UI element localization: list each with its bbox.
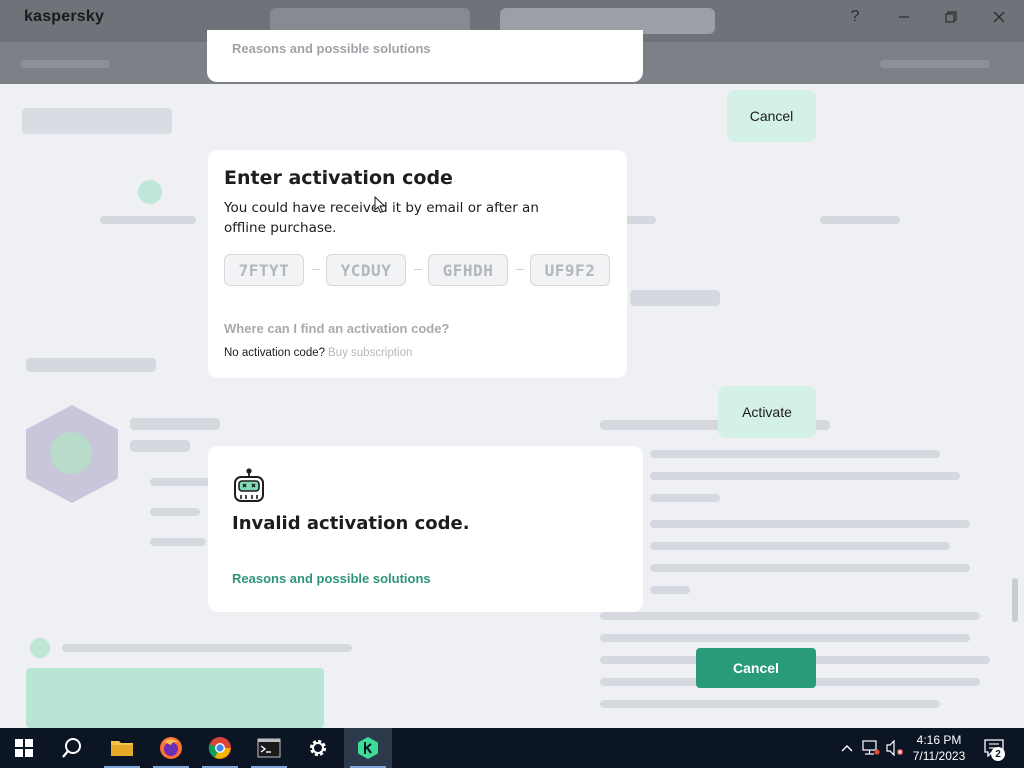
code-field-3[interactable]: GFHDH <box>428 254 508 286</box>
blurred-text <box>130 418 220 430</box>
blurred-text <box>650 520 970 528</box>
close-icon <box>993 11 1005 23</box>
chevron-up-icon <box>841 745 853 752</box>
taskbar-settings[interactable] <box>294 728 342 768</box>
blurred-text <box>650 450 940 458</box>
scrollbar-thumb[interactable] <box>1012 578 1018 622</box>
blurred-text <box>600 612 980 620</box>
blurred-text <box>100 216 196 224</box>
mouse-cursor-icon <box>374 196 386 214</box>
blurred-text <box>650 472 960 480</box>
search-button[interactable] <box>48 728 96 768</box>
browser-nav <box>20 60 110 68</box>
blurred-text <box>650 542 950 550</box>
code-separator <box>312 269 320 270</box>
activation-code-dialog: Enter activation code You could have rec… <box>208 150 627 378</box>
blurred-text <box>820 216 900 224</box>
network-status[interactable] <box>860 728 882 768</box>
taskbar-terminal[interactable] <box>245 728 293 768</box>
find-code-link[interactable]: Where can I find an activation code? <box>224 321 449 336</box>
code-separator <box>414 269 422 270</box>
windows-logo-icon <box>15 739 33 757</box>
code-field-2[interactable]: YCDUY <box>326 254 406 286</box>
help-icon: ? <box>850 8 860 25</box>
start-button[interactable] <box>0 728 48 768</box>
window-titlebar: kaspersky ? <box>0 0 1024 32</box>
dialog-title: Enter activation code <box>224 167 453 189</box>
close-window-button[interactable] <box>976 4 1022 30</box>
taskbar-firefox[interactable] <box>147 728 195 768</box>
activate-button[interactable]: Activate <box>718 386 816 438</box>
no-code-label: No activation code? <box>224 347 326 359</box>
reasons-link-faded[interactable]: Reasons and possible solutions <box>232 41 431 56</box>
kaspersky-icon <box>358 737 378 759</box>
taskbar-chrome[interactable] <box>196 728 244 768</box>
invalid-code-dialog: Invalid activation code. Reasons and pos… <box>208 446 643 612</box>
taskbar-file-explorer[interactable] <box>98 728 146 768</box>
previous-error-card: Reasons and possible solutions <box>207 30 643 82</box>
gear-icon <box>309 739 327 757</box>
blurred-heading <box>630 290 720 306</box>
blurred-text <box>600 700 940 708</box>
blurred-button <box>26 668 324 728</box>
network-icon <box>862 740 880 755</box>
buy-subscription-link[interactable]: Buy subscription <box>328 347 412 359</box>
blurred-text <box>150 478 210 486</box>
dialog-description: You could have received it by email or a… <box>224 200 539 236</box>
blurred-text <box>650 494 720 502</box>
search-icon <box>62 738 81 758</box>
help-button[interactable]: ? <box>832 4 878 30</box>
chrome-icon <box>208 737 231 759</box>
code-field-1[interactable]: 7FTYT <box>224 254 304 286</box>
code-separator <box>516 269 524 270</box>
blurred-checkbox <box>30 638 50 658</box>
folder-icon <box>111 741 133 756</box>
browser-toolbar <box>880 60 990 68</box>
taskbar-kaspersky[interactable] <box>344 728 392 768</box>
firefox-icon <box>160 737 182 759</box>
blurred-logo <box>22 108 172 134</box>
cancel-button[interactable]: Cancel <box>696 648 816 688</box>
blurred-text <box>600 634 970 642</box>
restore-icon <box>945 11 957 23</box>
terminal-icon <box>257 738 281 758</box>
clock-date: 7/11/2023 <box>912 749 966 763</box>
show-hidden-icons-button[interactable] <box>836 728 858 768</box>
code-field-4[interactable]: UF9F2 <box>530 254 610 286</box>
activation-code-input: 7FTYT YCDUY GFHDH UF9F2 <box>224 254 610 286</box>
windows-taskbar: 4:16 PM 7/11/2023 <box>0 728 1024 768</box>
blurred-text <box>62 644 352 652</box>
blurred-text <box>150 508 200 516</box>
notification-count-badge: 2 <box>991 747 1005 761</box>
clock-time: 4:16 PM <box>916 733 962 747</box>
minimize-icon <box>899 16 909 18</box>
blurred-text <box>150 538 206 546</box>
blurred-step <box>138 180 162 204</box>
error-title: Invalid activation code. <box>232 513 470 534</box>
robot-icon <box>234 468 264 502</box>
cancel-top-button[interactable]: Cancel <box>727 90 816 142</box>
no-code-row: No activation code? Buy subscription <box>224 347 412 359</box>
blurred-shield-core <box>50 432 92 474</box>
blurred-heading <box>26 358 156 372</box>
maximize-button[interactable] <box>928 4 974 30</box>
blurred-text <box>650 586 690 594</box>
blurred-text <box>650 564 970 572</box>
system-clock[interactable]: 4:16 PM 7/11/2023 <box>900 732 978 764</box>
minimize-button[interactable] <box>881 4 927 30</box>
reasons-solutions-link[interactable]: Reasons and possible solutions <box>232 571 431 586</box>
app-title: kaspersky <box>24 8 105 25</box>
blurred-text <box>130 440 190 452</box>
